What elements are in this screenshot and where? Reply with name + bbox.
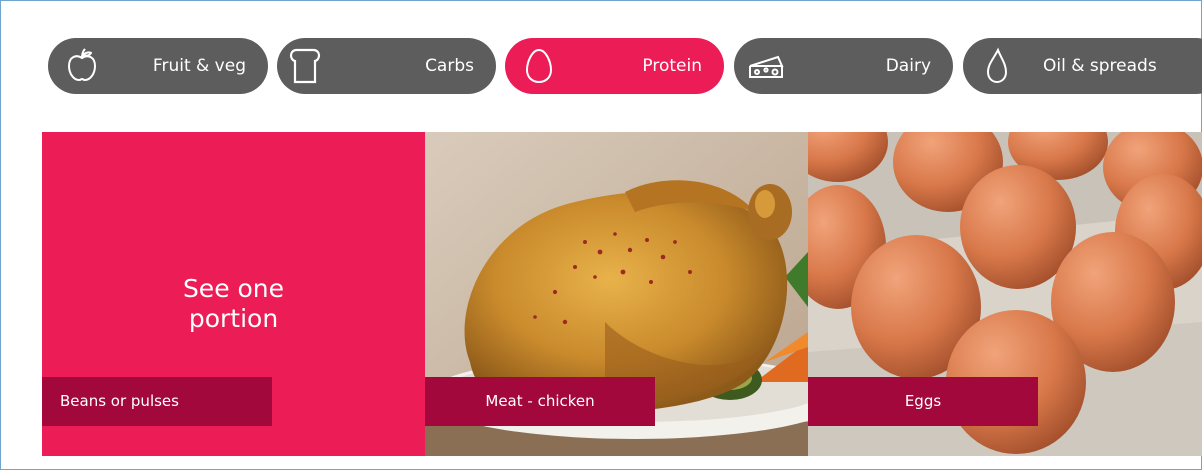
portion-tiles: See one portion Beans or pulses Meat - c… — [42, 132, 1202, 456]
tab-carbs[interactable]: Carbs — [277, 38, 496, 94]
tab-oil-spreads[interactable]: Oil & spreads — [963, 38, 1202, 94]
bread-icon — [285, 46, 325, 86]
tab-dairy[interactable]: Dairy — [734, 38, 953, 94]
tab-label: Dairy — [885, 56, 931, 76]
see-one-portion-text: See one portion — [42, 274, 425, 334]
tab-label: Oil & spreads — [1043, 56, 1157, 76]
cheese-icon — [746, 46, 786, 86]
caption-meat-chicken[interactable]: Meat - chicken — [425, 377, 655, 426]
oil-drop-icon — [977, 46, 1017, 86]
caption-eggs[interactable]: Eggs — [808, 377, 1038, 426]
tile-meat-chicken[interactable]: Meat - chicken — [425, 132, 808, 456]
apple-icon — [62, 46, 102, 86]
caption-beans-pulses[interactable]: Beans or pulses — [42, 377, 272, 426]
tab-label: Protein — [642, 56, 702, 76]
tab-protein[interactable]: Protein — [505, 38, 724, 94]
page-frame: Fruit & veg Carbs Protein Dairy Oil & sp… — [0, 0, 1202, 470]
tile-beans-pulses[interactable]: See one portion Beans or pulses — [42, 132, 425, 456]
category-tabs: Fruit & veg Carbs Protein Dairy Oil & sp… — [48, 38, 1202, 94]
portion-text-line-1: See one — [182, 274, 285, 303]
tab-label: Fruit & veg — [152, 56, 246, 76]
egg-icon — [519, 46, 559, 86]
tile-eggs[interactable]: Eggs — [808, 132, 1202, 456]
tab-label: Carbs — [425, 56, 474, 76]
portion-text-line-2: portion — [188, 304, 279, 333]
tab-fruit-veg[interactable]: Fruit & veg — [48, 38, 268, 94]
